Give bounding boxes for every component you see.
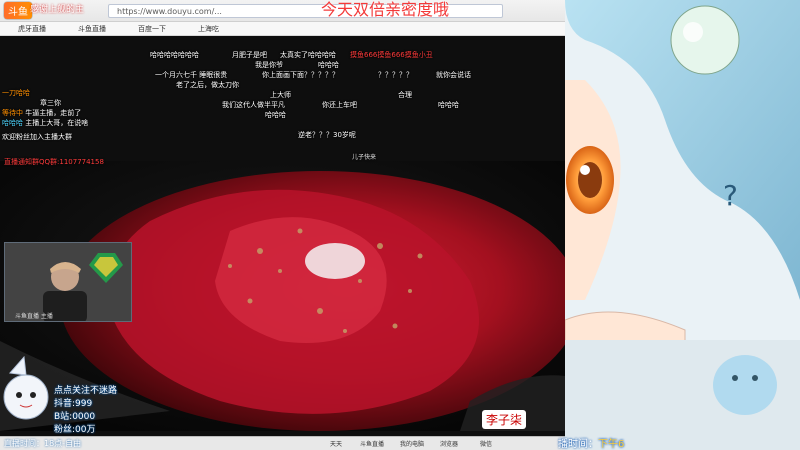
- danmu-item: 哈哈哈: [265, 111, 286, 119]
- danmu-item: 你上面画下面？？？？？: [262, 71, 339, 79]
- app-logo: 斗鱼: [4, 2, 32, 19]
- danmu-item: 我是你爷: [255, 61, 283, 69]
- chat-line: 哈哈哈 主播上大哥，在说啥: [2, 119, 89, 127]
- browser-window: 斗鱼 感谢上舰的主 https://www.douyu.com/... 今天双倍…: [0, 0, 565, 450]
- svg-text:?: ?: [723, 179, 738, 212]
- sticker-text: B站:0000: [54, 412, 96, 422]
- danmu-item: 哈哈哈: [318, 61, 339, 69]
- video-watermark: 李子柒: [482, 410, 527, 429]
- danmu-item: 太真实了哈哈哈哈: [280, 51, 336, 59]
- browser-titlebar: 斗鱼 感谢上舰的主 https://www.douyu.com/... 今天双倍…: [0, 0, 565, 22]
- bookmarks-bar: 虎牙直播 斗鱼直播 百度一下 上海吃: [0, 22, 565, 36]
- taskbar-item[interactable]: 我的电脑: [400, 439, 424, 448]
- danmu-item: 就你会说话: [436, 71, 471, 79]
- sticker-text: 抖音:999: [54, 399, 93, 409]
- sticker-text: 粉丝:00万: [54, 425, 96, 435]
- stream-time-info: 直播时间：18点-自由: [4, 439, 82, 448]
- danmu-item: 哈哈哈: [438, 101, 459, 109]
- chat-line: 一刀哈哈: [2, 89, 30, 97]
- danmu-item: 摸鱼666摸鱼666摸鱼小丑: [350, 51, 433, 59]
- danmu-item: 你还上车吧: [322, 101, 357, 109]
- danmu-item: 老了之后，做太刀你: [176, 81, 239, 89]
- danmu-item: 儿子快来: [352, 154, 377, 161]
- webcam-overlay: 斗鱼直播 主播: [4, 242, 132, 322]
- danmu-item: 合理: [398, 91, 412, 99]
- taskbar-item[interactable]: 天天: [330, 439, 342, 448]
- taskbar: 天天 斗鱼直播 我的电脑 浏览器 微信: [0, 436, 565, 450]
- stream-title-overlay: 今天双倍亲密度哦: [320, 0, 449, 19]
- anime-illustration: ?: [565, 0, 800, 450]
- chat-line: 等待中 牛逼主播，走前了: [2, 109, 82, 117]
- stream-schedule: 播时间：下午6: [558, 439, 625, 450]
- danmu-item: 月肥子是吧: [232, 51, 267, 59]
- danmu-item: 上大师: [270, 91, 291, 99]
- bookmark-item[interactable]: 上海吃: [198, 24, 219, 34]
- taskbar-item[interactable]: 浏览器: [440, 439, 458, 448]
- webcam-label: 斗鱼直播 主播: [15, 313, 53, 320]
- mascot-icon: [3, 355, 49, 420]
- danmu-item: 一个月六七千 睡眠很贵: [155, 71, 228, 79]
- chat-line: 欢迎粉丝加入主播大群: [2, 133, 72, 141]
- thanks-banner: 感谢上舰的主: [30, 5, 85, 15]
- danmu-item: 逆老？？？30岁呢: [298, 131, 356, 139]
- screen: 斗鱼 感谢上舰的主 https://www.douyu.com/... 今天双倍…: [0, 0, 800, 450]
- taskbar-item[interactable]: 斗鱼直播: [360, 439, 384, 448]
- url-text: https://www.douyu.com/...: [117, 7, 222, 16]
- bookmark-item[interactable]: 虎牙直播: [18, 24, 46, 34]
- bookmark-item[interactable]: 斗鱼直播: [78, 24, 106, 34]
- bookmark-item[interactable]: 百度一下: [138, 24, 166, 34]
- danmu-item: 我们这代人做半平凡: [222, 101, 285, 109]
- qq-group-notice: 直播通知群QQ群:1107774158: [4, 158, 104, 166]
- danmu-item: ？？？？？: [378, 71, 413, 79]
- chat-panel: 一刀哈哈 章三你 等待中 牛逼主播，走前了 哈哈哈 主播上大哥，在说啥 欢迎粉丝…: [0, 36, 150, 156]
- anime-girl-illustration: ?: [565, 0, 800, 450]
- danmu-item: 哈哈哈哈哈哈哈: [150, 51, 199, 59]
- sticker-text: 点点关注不迷路: [54, 386, 118, 396]
- chat-line: 章三你: [40, 99, 61, 107]
- taskbar-item[interactable]: 微信: [480, 439, 492, 448]
- social-sticker: 点点关注不迷路 抖音:999 B站:0000 粉丝:00万: [2, 355, 137, 435]
